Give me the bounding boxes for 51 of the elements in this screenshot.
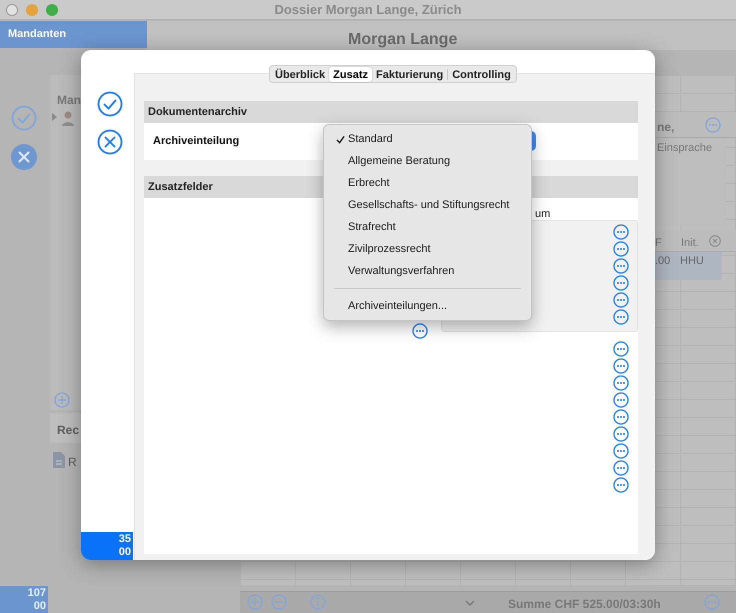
panel-title: Man: [57, 92, 81, 109]
column-header: Init.: [681, 236, 699, 251]
selected-row[interactable]: [655, 252, 722, 280]
close-icon[interactable]: [97, 129, 123, 155]
panel-title: Rec: [57, 422, 80, 439]
table-cell-text: HHU: [680, 254, 704, 269]
person-icon: [52, 110, 76, 126]
chevron-down-icon[interactable]: [465, 600, 475, 606]
field-label: um: [535, 207, 550, 222]
more-icon[interactable]: [613, 258, 629, 274]
column-header: ne,: [657, 119, 674, 136]
tab[interactable]: Überblick: [271, 66, 330, 82]
menu-item[interactable]: Zivilprozessrecht: [324, 238, 531, 260]
section-header: Dokumentenarchiv: [144, 101, 638, 123]
column-header: F: [655, 236, 662, 251]
more-icon[interactable]: [613, 375, 629, 391]
more-icon[interactable]: [613, 224, 629, 240]
check-icon[interactable]: [97, 91, 123, 117]
more-icon[interactable]: [613, 241, 629, 257]
check-icon[interactable]: [11, 105, 37, 131]
tab[interactable]: Zusatz: [329, 66, 372, 82]
more-icon[interactable]: [613, 309, 629, 325]
counter-badge: 35 00: [81, 532, 133, 560]
more-icon[interactable]: [613, 341, 629, 357]
window-control[interactable]: [6, 4, 18, 16]
menu-item[interactable]: Allgemeine Beratung: [324, 150, 531, 172]
more-icon[interactable]: [613, 409, 629, 425]
document-icon: [52, 452, 66, 468]
table-cell-text: .00: [655, 254, 670, 269]
more-icon[interactable]: [613, 358, 629, 374]
tab[interactable]: Controlling: [448, 66, 515, 82]
field-label: Archiveinteilung: [153, 134, 240, 150]
menu-item[interactable]: Standard: [324, 128, 531, 150]
more-icon[interactable]: [613, 426, 629, 442]
more-icon[interactable]: [613, 392, 629, 408]
header-title: Morgan Lange: [348, 30, 458, 50]
menu-item[interactable]: Archiveinteilungen...: [324, 295, 531, 317]
close-icon[interactable]: [11, 144, 37, 170]
close-icon[interactable]: [709, 235, 721, 247]
more-icon[interactable]: [613, 443, 629, 459]
menu-item[interactable]: Verwaltungsverfahren: [324, 260, 531, 282]
more-icon[interactable]: [412, 323, 428, 339]
menu-item[interactable]: Strafrecht: [324, 216, 531, 238]
more-icon[interactable]: [613, 477, 629, 493]
counter-badge: 107 00: [0, 586, 48, 613]
more-icon[interactable]: [613, 460, 629, 476]
window-title: Dossier Morgan Lange, Zürich: [274, 0, 462, 19]
table-cell-text: Einsprache: [657, 141, 712, 156]
tab[interactable]: Fakturierung: [372, 66, 448, 82]
more-icon[interactable]: [613, 292, 629, 308]
more-icon[interactable]: [613, 275, 629, 291]
